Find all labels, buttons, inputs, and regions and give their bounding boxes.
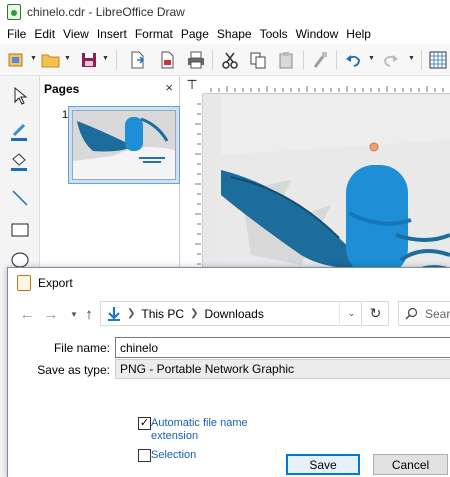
- line-color-icon[interactable]: [6, 118, 34, 146]
- selection-checkbox[interactable]: [138, 449, 151, 462]
- app-root: chinelo.cdr - LibreOffice Draw File Edit…: [0, 0, 450, 477]
- drawing-page[interactable]: [221, 95, 450, 276]
- page-thumbnail[interactable]: [68, 106, 180, 184]
- menu-help[interactable]: Help: [342, 27, 375, 41]
- search-placeholder: Sear: [425, 306, 450, 321]
- menu-view[interactable]: View: [59, 27, 93, 41]
- save-dropdown-icon[interactable]: ▼: [102, 55, 110, 63]
- menu-edit[interactable]: Edit: [30, 27, 59, 41]
- address-segment-downloads[interactable]: Downloads: [204, 307, 263, 321]
- selection-label[interactable]: Selection: [151, 449, 196, 462]
- menu-shape[interactable]: Shape: [213, 27, 256, 41]
- save-icon[interactable]: [78, 49, 100, 71]
- address-segment-this-pc[interactable]: This PC: [141, 307, 184, 321]
- file-name-label: File name:: [53, 341, 110, 355]
- pages-pane: Pages × 1: [40, 76, 180, 276]
- templates-dropdown-icon[interactable]: ▼: [30, 55, 38, 63]
- search-box[interactable]: Sear: [398, 301, 450, 326]
- file-name-value: chinelo: [120, 340, 159, 355]
- menu-window[interactable]: Window: [292, 27, 343, 41]
- select-arrow-icon[interactable]: [6, 82, 34, 110]
- save-as-type-value: PNG - Portable Network Graphic: [120, 362, 295, 376]
- line-tool-icon[interactable]: [6, 184, 34, 212]
- vertical-ruler: [181, 94, 203, 276]
- cut-icon[interactable]: [219, 49, 241, 71]
- print-icon[interactable]: [185, 49, 207, 71]
- horizontal-ruler: [181, 76, 450, 94]
- downloads-folder-icon: [107, 306, 121, 322]
- drawing-canvas[interactable]: ⊤: [181, 76, 450, 276]
- redo-dropdown-icon[interactable]: ▼: [408, 55, 416, 63]
- menu-bar: File Edit View Insert Format Page Shape …: [0, 24, 450, 44]
- automatic-extension-label[interactable]: Automatic file name extension: [151, 417, 261, 443]
- export-dialog: Export ← → ▼ ↑ ❯ This PC ❯ Downloads ⌄ ↻: [7, 267, 450, 477]
- open-dropdown-icon[interactable]: ▼: [64, 55, 72, 63]
- pages-pane-title: Pages: [44, 82, 80, 96]
- chevron-right-icon: ❯: [190, 308, 199, 319]
- ruler-corner[interactable]: ⊤: [181, 76, 203, 94]
- toolbar-separator: [421, 50, 422, 70]
- back-arrow-icon[interactable]: ←: [17, 304, 37, 324]
- export-icon[interactable]: [126, 49, 148, 71]
- title-bar: chinelo.cdr - LibreOffice Draw: [0, 0, 450, 24]
- menu-format[interactable]: Format: [131, 27, 177, 41]
- up-arrow-icon[interactable]: ↑: [79, 304, 99, 324]
- navigation-bar: ← → ▼ ↑ ❯ This PC ❯ Downloads ⌄ ↻ Sear: [8, 298, 450, 330]
- file-name-field[interactable]: chinelo: [115, 337, 450, 358]
- forward-arrow-icon[interactable]: →: [41, 304, 61, 324]
- redo-icon[interactable]: [380, 49, 402, 71]
- undo-icon[interactable]: [342, 49, 364, 71]
- dialog-title-bar: Export: [8, 268, 450, 298]
- copy-icon[interactable]: [247, 49, 269, 71]
- standard-toolbar: ▼ ▼ ▼ ▼ ▼: [0, 44, 450, 76]
- open-icon[interactable]: [40, 49, 62, 71]
- toolbar-separator: [303, 50, 304, 70]
- chevron-right-icon: ❯: [127, 308, 136, 319]
- toolbar-separator: [116, 50, 117, 70]
- libreoffice-icon: [17, 275, 31, 291]
- fill-color-icon[interactable]: [6, 148, 34, 176]
- address-bar[interactable]: ❯ This PC ❯ Downloads: [100, 301, 362, 326]
- menu-tools[interactable]: Tools: [256, 27, 292, 41]
- chevron-down-icon[interactable]: ⌄: [339, 301, 363, 326]
- window-title: chinelo.cdr - LibreOffice Draw: [27, 5, 185, 19]
- toolbar-separator: [212, 50, 213, 70]
- export-pdf-icon[interactable]: [156, 49, 178, 71]
- dialog-title: Export: [38, 276, 73, 290]
- libreoffice-draw-icon: [7, 4, 21, 20]
- page-thumbnail-preview: [72, 110, 176, 180]
- save-as-type-label: Save as type:: [37, 363, 110, 377]
- menu-file[interactable]: File: [3, 27, 30, 41]
- rectangle-tool-icon[interactable]: [6, 216, 34, 244]
- clone-formatting-icon[interactable]: [309, 49, 331, 71]
- automatic-extension-checkbox[interactable]: ✓: [138, 417, 151, 430]
- grid-icon[interactable]: [427, 49, 449, 71]
- search-icon: [405, 307, 418, 320]
- menu-insert[interactable]: Insert: [93, 27, 131, 41]
- paste-icon[interactable]: [276, 49, 298, 71]
- save-as-type-select[interactable]: PNG - Portable Network Graphic: [115, 359, 450, 379]
- close-icon[interactable]: ×: [165, 80, 173, 95]
- undo-dropdown-icon[interactable]: ▼: [368, 55, 376, 63]
- menu-page[interactable]: Page: [177, 27, 213, 41]
- save-button[interactable]: Save: [286, 454, 360, 475]
- toolbar-separator: [336, 50, 337, 70]
- cancel-button[interactable]: Cancel: [373, 454, 448, 475]
- templates-icon[interactable]: [5, 49, 27, 71]
- checkmark-icon: ✓: [139, 417, 150, 429]
- refresh-icon[interactable]: ↻: [363, 301, 389, 326]
